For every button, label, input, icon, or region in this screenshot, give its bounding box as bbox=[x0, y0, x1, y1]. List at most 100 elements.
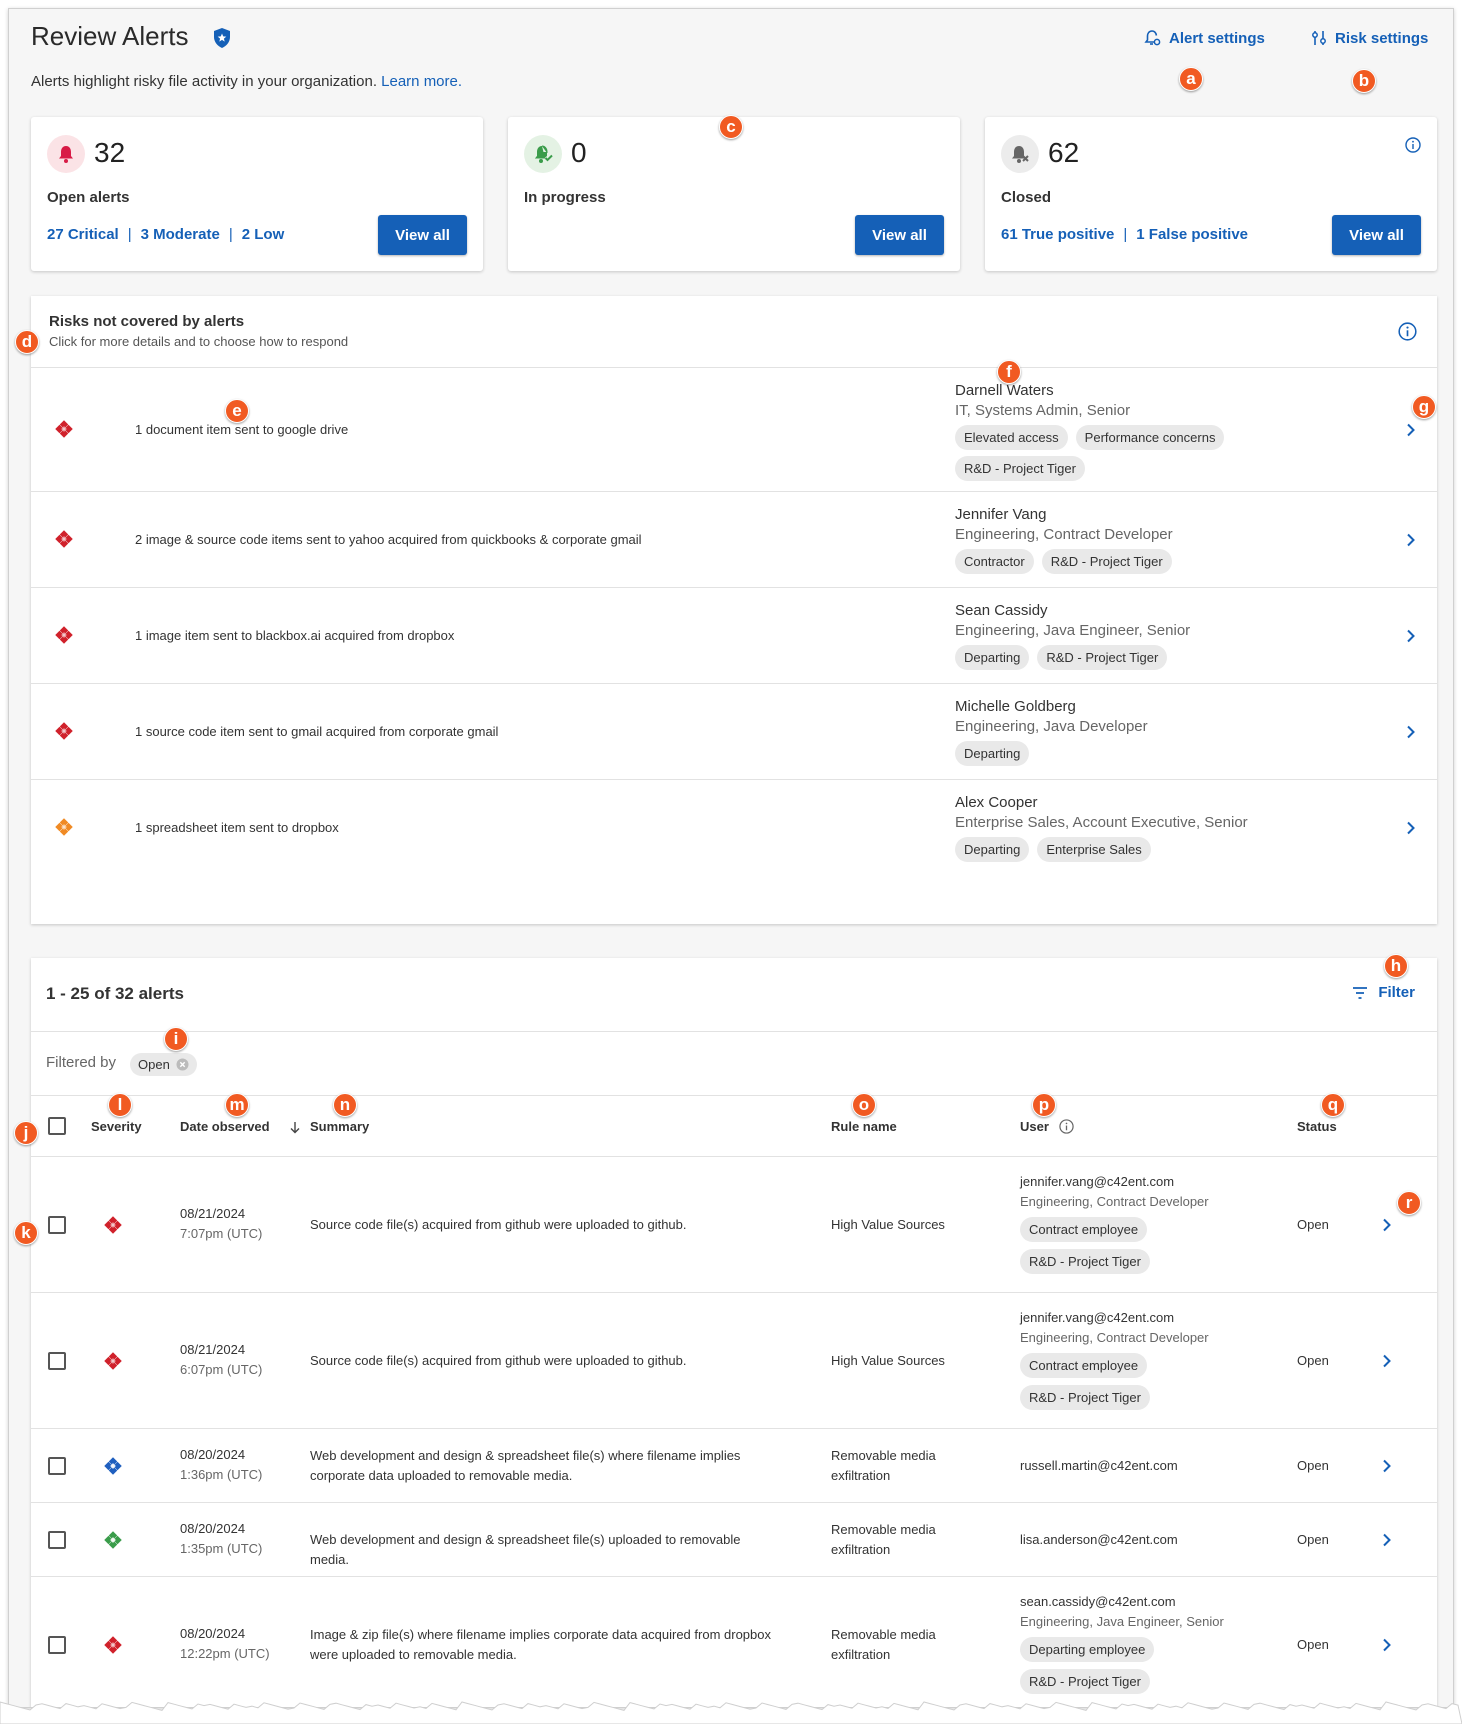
row-checkbox[interactable] bbox=[48, 1531, 66, 1549]
col-user[interactable]: User bbox=[1020, 1119, 1049, 1134]
severity-indicator bbox=[104, 1457, 122, 1478]
risk-description: 1 document item sent to google drive bbox=[135, 422, 349, 437]
user-tag: Contract employee bbox=[1020, 1353, 1148, 1378]
chevron-right-icon[interactable] bbox=[1381, 1354, 1393, 1368]
true-positive-link[interactable]: 61 True positive bbox=[1001, 226, 1114, 243]
user-name: Sean Cassidy bbox=[955, 602, 1048, 619]
date-observed: 08/21/2024 7:07pm (UTC) bbox=[180, 1206, 262, 1241]
user-email: jennifer.vang@c42ent.com bbox=[1020, 1174, 1175, 1189]
table-row[interactable]: 08/21/2024 6:07pm (UTC) Source code file… bbox=[31, 1293, 1437, 1429]
alerts-table-panel: 1 - 25 of 32 alerts Filter Filtered by O… bbox=[31, 958, 1437, 1707]
severity-critical-icon bbox=[104, 1216, 122, 1234]
view-all-open-button[interactable]: View all bbox=[378, 215, 467, 255]
table-row[interactable]: 08/20/2024 1:36pm (UTC) Web development … bbox=[31, 1429, 1437, 1503]
user-tags: Departing employee R&D - Project Tiger bbox=[1020, 1637, 1224, 1694]
user-tag: R&D - Project Tiger bbox=[1020, 1669, 1150, 1694]
sort-down-icon[interactable] bbox=[289, 1121, 301, 1134]
torn-edge bbox=[0, 1701, 1462, 1724]
select-all-checkbox[interactable] bbox=[48, 1117, 66, 1135]
critical-link[interactable]: 27 Critical bbox=[47, 226, 119, 243]
risk-row[interactable]: 1 spreadsheet item sent to dropbox Alex … bbox=[31, 780, 1437, 876]
risk-list: 1 document item sent to google drive Dar… bbox=[31, 368, 1437, 876]
table-row[interactable]: 08/21/2024 7:07pm (UTC) Source code file… bbox=[31, 1157, 1437, 1293]
row-checkbox[interactable] bbox=[48, 1457, 66, 1475]
alert-user: jennifer.vang@c42ent.com Engineering, Co… bbox=[1020, 1310, 1209, 1410]
user-role: Engineering, Contract Developer bbox=[1020, 1330, 1209, 1345]
status-value: Open bbox=[1297, 1217, 1329, 1232]
callout-marker-g: g bbox=[1412, 395, 1436, 419]
row-checkbox[interactable] bbox=[48, 1216, 66, 1234]
user-tags: Departing bbox=[955, 741, 1375, 766]
chevron-right-icon[interactable] bbox=[1405, 821, 1417, 835]
user-tag: Departing bbox=[955, 645, 1030, 670]
chevron-right-icon[interactable] bbox=[1381, 1638, 1393, 1652]
chevron-right-icon[interactable] bbox=[1381, 1459, 1393, 1473]
alert-user: lisa.anderson@c42ent.com bbox=[1020, 1532, 1178, 1547]
table-row[interactable]: 08/20/2024 1:35pm (UTC) Web development … bbox=[31, 1503, 1437, 1577]
chevron-right-icon[interactable] bbox=[1381, 1533, 1393, 1547]
time-value: 12:22pm (UTC) bbox=[180, 1646, 270, 1661]
low-link[interactable]: 2 Low bbox=[242, 226, 285, 243]
risk-row[interactable]: 1 source code item sent to gmail acquire… bbox=[31, 684, 1437, 780]
severity-low-green-icon bbox=[104, 1531, 122, 1549]
user-tag: Contract employee bbox=[1020, 1217, 1148, 1242]
chevron-right-icon[interactable] bbox=[1405, 423, 1417, 437]
alert-summary: Source code file(s) acquired from github… bbox=[310, 1353, 687, 1368]
alert-settings-link[interactable]: Alert settings bbox=[1143, 29, 1265, 47]
col-date-observed[interactable]: Date observed bbox=[180, 1119, 270, 1134]
alert-summary: Web development and design & spreadsheet… bbox=[310, 1448, 741, 1483]
chevron-right-icon[interactable] bbox=[1405, 725, 1417, 739]
in-progress-label: In progress bbox=[524, 189, 606, 206]
callout-marker-e: e bbox=[225, 399, 249, 423]
risk-row[interactable]: 1 document item sent to google drive Dar… bbox=[31, 368, 1437, 492]
filter-chip-open[interactable]: Open bbox=[130, 1053, 197, 1076]
filter-icon bbox=[1353, 986, 1368, 999]
col-severity[interactable]: Severity bbox=[91, 1119, 142, 1134]
filter-button[interactable]: Filter bbox=[1352, 984, 1415, 1001]
chevron-right-icon[interactable] bbox=[1381, 1218, 1393, 1232]
user-tag: R&D - Project Tiger bbox=[1041, 549, 1172, 574]
user-tag: Enterprise Sales bbox=[1037, 837, 1151, 862]
user-tag: Departing bbox=[955, 837, 1030, 862]
risk-settings-link[interactable]: Risk settings bbox=[1311, 29, 1428, 47]
view-all-closed-button[interactable]: View all bbox=[1332, 215, 1421, 255]
remove-chip-icon[interactable] bbox=[176, 1058, 189, 1071]
subtitle-text: Alerts highlight risky file activity in … bbox=[31, 73, 377, 90]
bell-gear-icon bbox=[1144, 30, 1161, 46]
chevron-right-icon[interactable] bbox=[1405, 629, 1417, 643]
rule-name: Removable media exfiltration bbox=[831, 1522, 936, 1557]
user-tags: Contract employee R&D - Project Tiger bbox=[1020, 1217, 1209, 1274]
alert-user: sean.cassidy@c42ent.com Engineering, Jav… bbox=[1020, 1594, 1224, 1694]
chevron-right-icon[interactable] bbox=[1405, 533, 1417, 547]
info-icon[interactable] bbox=[1398, 322, 1417, 341]
risk-row[interactable]: 2 image & source code items sent to yaho… bbox=[31, 492, 1437, 588]
risks-title: Risks not covered by alerts bbox=[49, 313, 245, 330]
time-value: 7:07pm (UTC) bbox=[180, 1226, 263, 1241]
page-title: Review Alerts bbox=[31, 21, 189, 51]
severity-indicator bbox=[55, 420, 73, 443]
bell-closed-icon bbox=[1001, 135, 1039, 173]
rule-name: High Value Sources bbox=[831, 1353, 945, 1368]
row-checkbox[interactable] bbox=[48, 1352, 66, 1370]
separator: | bbox=[127, 226, 132, 243]
info-icon[interactable] bbox=[1405, 137, 1421, 153]
row-checkbox[interactable] bbox=[48, 1636, 66, 1654]
bell-red-icon bbox=[47, 135, 85, 173]
callout-marker-a: a bbox=[1179, 67, 1203, 91]
info-icon[interactable] bbox=[1059, 1119, 1074, 1134]
closed-label: Closed bbox=[1001, 189, 1052, 206]
callout-marker-h: h bbox=[1384, 954, 1408, 978]
learn-more-link[interactable]: Learn more. bbox=[381, 73, 462, 90]
alert-settings-label: Alert settings bbox=[1169, 29, 1265, 47]
view-all-in-progress-button[interactable]: View all bbox=[855, 215, 944, 255]
col-rule-name[interactable]: Rule name bbox=[831, 1119, 897, 1134]
user-name: Jennifer Vang bbox=[955, 506, 1047, 523]
col-summary[interactable]: Summary bbox=[310, 1119, 369, 1134]
alert-rows: 08/21/2024 7:07pm (UTC) Source code file… bbox=[31, 1157, 1437, 1707]
false-positive-link[interactable]: 1 False positive bbox=[1136, 226, 1248, 243]
risk-row[interactable]: 1 image item sent to blackbox.ai acquire… bbox=[31, 588, 1437, 684]
moderate-link[interactable]: 3 Moderate bbox=[141, 226, 220, 243]
col-status[interactable]: Status bbox=[1297, 1119, 1337, 1134]
filter-label: Filter bbox=[1378, 984, 1415, 1001]
table-row[interactable]: 08/20/2024 12:22pm (UTC) Image & zip fil… bbox=[31, 1577, 1437, 1707]
